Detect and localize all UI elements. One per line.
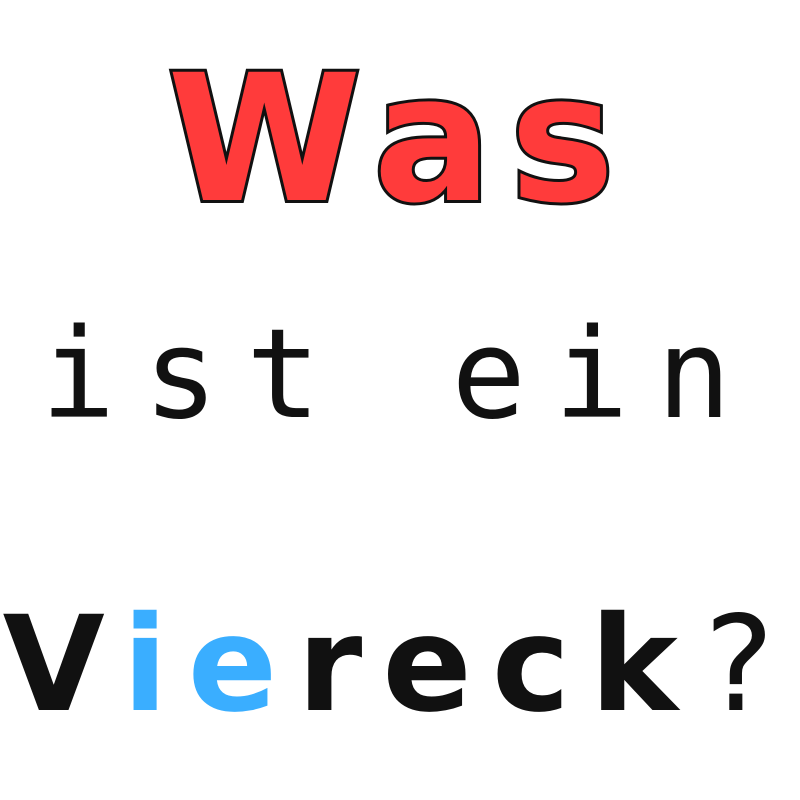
question-part-1: V [2,588,123,742]
question-mark: ? [697,588,798,742]
title-word: Was [164,37,633,243]
question-word: Viereck? [0,590,800,740]
question-part-3: reck [297,588,698,742]
subtitle-phrase: ist ein [40,303,760,447]
highlighted-letters: ie [122,588,298,742]
